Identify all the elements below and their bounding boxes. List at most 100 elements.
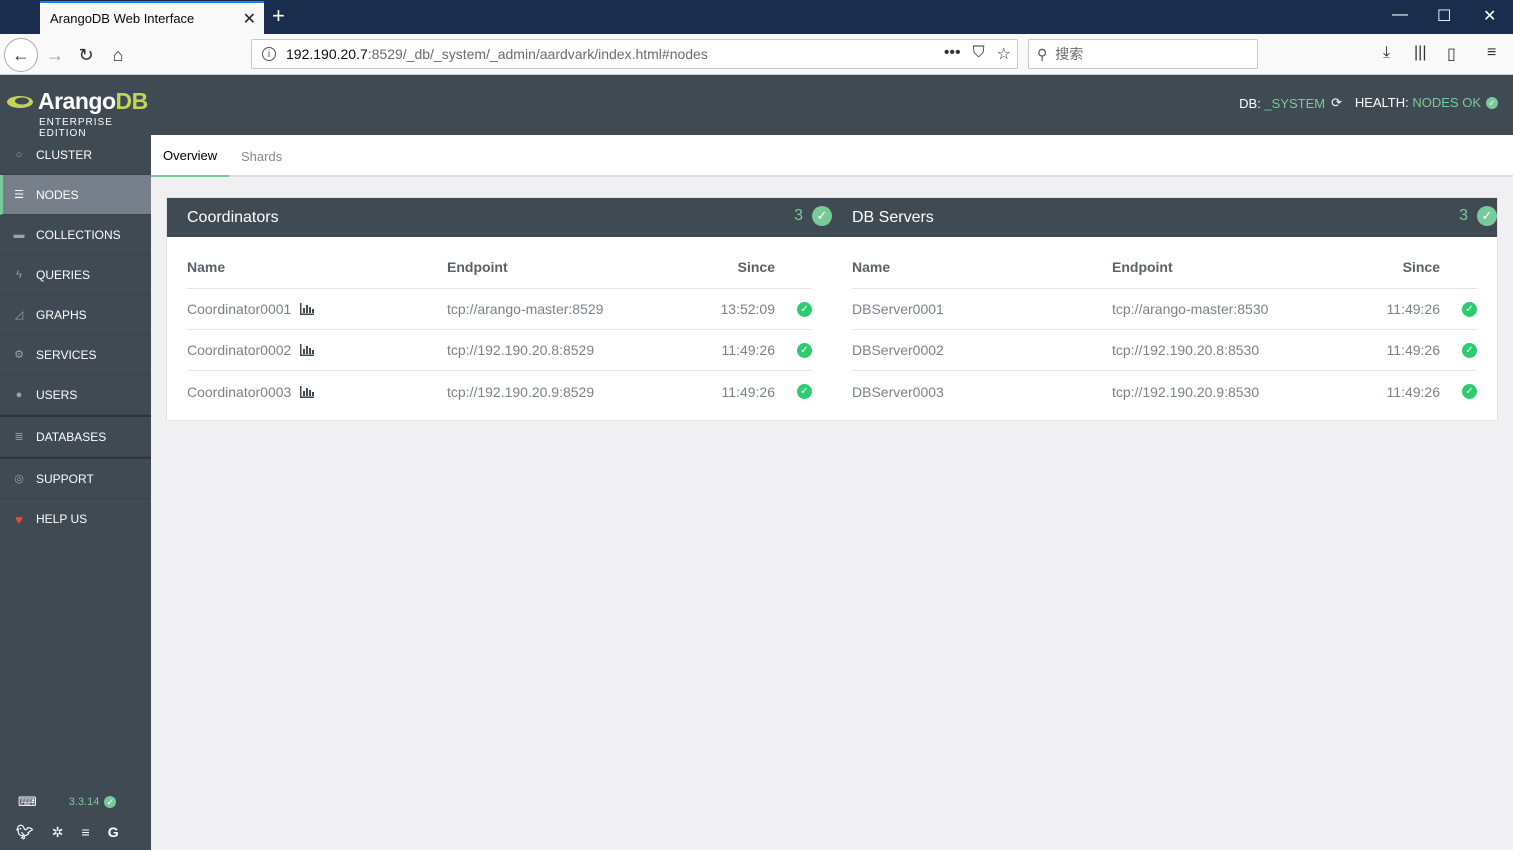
new-tab-icon[interactable]: +: [272, 4, 285, 28]
window-close-icon[interactable]: ✕: [1483, 6, 1496, 26]
node-since: 11:49:26: [721, 342, 775, 358]
url-host: 192.190.20.7: [286, 46, 368, 62]
tab-close-icon[interactable]: ✕: [243, 9, 256, 29]
bar-chart-icon[interactable]: [299, 303, 315, 315]
sidebar-item-help-us[interactable]: ♥ HELP US: [0, 499, 151, 539]
sidebar-item-services[interactable]: ⚙ SERVICES: [0, 335, 151, 375]
node-endpoint: tcp://192.190.20.9:8530: [1112, 383, 1260, 400]
sidebar-item-collections[interactable]: ▬ COLLECTIONS: [0, 215, 151, 255]
table-row[interactable]: DBServer0001 tcp://arango-master:8530 11…: [852, 289, 1477, 330]
arango-app: ArangoDB ENTERPRISE EDITION ○ CLUSTER ☰ …: [0, 75, 1513, 850]
table-row[interactable]: Coordinator0001 tcp://arango-master:8529…: [187, 289, 812, 330]
table-header: Name Endpoint Since: [187, 237, 812, 289]
social-links: 🐦︎ ✲ ≡ G: [16, 824, 119, 841]
db-name-link[interactable]: _SYSTEM: [1264, 96, 1325, 111]
node-endpoint: tcp://192.190.20.8:8530: [1112, 342, 1260, 358]
search-icon: ⚲: [1037, 45, 1048, 62]
node-endpoint: tcp://192.190.20.9:8529: [447, 383, 595, 400]
stackoverflow-icon[interactable]: ≡: [82, 824, 90, 841]
arango-logo-icon: [7, 96, 33, 108]
node-since: 11:49:26: [1386, 301, 1440, 317]
more-dots-icon[interactable]: •••: [944, 44, 961, 64]
url-path: :8529/_db/_system/_admin/aardvark/index.…: [367, 46, 708, 62]
version-ok-icon: ✓: [104, 796, 117, 808]
health-value[interactable]: NODES OK: [1412, 95, 1481, 110]
sidebar-toggle-icon[interactable]: ▯: [1447, 44, 1456, 64]
bar-chart-icon[interactable]: [299, 385, 315, 398]
panel-title: Coordinators: [187, 208, 279, 226]
info-icon[interactable]: i: [262, 47, 276, 61]
browser-titlebar: ArangoDB Web Interface ✕ + — ☐ ✕: [0, 0, 1513, 34]
tab-shards[interactable]: Shards: [229, 135, 294, 177]
coordinators-count: 3 ✓: [794, 206, 832, 226]
table-row[interactable]: DBServer0003 tcp://192.190.20.9:8530 11:…: [852, 371, 1477, 412]
search-placeholder: 搜索: [1055, 46, 1084, 62]
url-bar[interactable]: i 192.190.20.7:8529/_db/_system/_admin/a…: [251, 39, 1018, 69]
sidebar-item-graphs[interactable]: ◿ GRAPHS: [0, 295, 151, 335]
browser-tab[interactable]: ArangoDB Web Interface ✕: [40, 1, 264, 34]
tab-title: ArangoDB Web Interface: [50, 11, 195, 26]
heart-icon: ♥: [15, 511, 23, 527]
sidebar-nav: ○ CLUSTER ☰ NODES ▬ COLLECTIONS ϟ QUERIE…: [0, 135, 151, 539]
version-info: ⌨ 3.3.14 ✓: [18, 794, 117, 810]
tab-overview[interactable]: Overview: [151, 135, 230, 177]
table-header: Name Endpoint Since: [852, 237, 1477, 289]
subnav-tabs: Overview Shards: [151, 135, 1513, 177]
google-icon[interactable]: G: [108, 824, 119, 841]
node-since: 13:52:09: [720, 301, 776, 317]
sidebar-item-cluster[interactable]: ○ CLUSTER: [0, 135, 151, 175]
table-row[interactable]: Coordinator0002 tcp://192.190.20.8:8529 …: [187, 330, 812, 371]
table-row[interactable]: DBServer0002 tcp://192.190.20.8:8530 11:…: [852, 330, 1477, 371]
brand-name: ArangoDB: [38, 88, 148, 114]
node-name: Coordinator0002: [187, 342, 292, 358]
status-ok-icon: ✓: [1462, 384, 1477, 399]
lifesaver-icon: ◎: [14, 473, 24, 485]
status-ok-icon: ✓: [1462, 301, 1477, 317]
sidebar-item-nodes[interactable]: ☰ NODES: [0, 175, 151, 215]
minimize-icon[interactable]: —: [1392, 6, 1408, 24]
node-endpoint: tcp://arango-master:8530: [1112, 301, 1269, 317]
twitter-icon[interactable]: 🐦︎: [16, 824, 34, 841]
nodes-overview: Coordinators 3 ✓ Name Endpoint Since Coo…: [166, 197, 1498, 421]
node-name: Coordinator0001: [187, 301, 292, 317]
back-arrow-icon[interactable]: ←: [4, 38, 38, 72]
forward-arrow-icon[interactable]: →: [40, 40, 70, 70]
reload-icon[interactable]: ↻: [71, 40, 101, 70]
keyboard-icon[interactable]: ⌨: [18, 794, 37, 810]
browser-search-input[interactable]: ⚲ 搜索: [1028, 39, 1258, 69]
circle-icon: ○: [15, 148, 23, 161]
sidebar-item-databases[interactable]: ≣ DATABASES: [0, 417, 151, 457]
health-status: HEALTH: NODES OK ✓: [1355, 95, 1498, 110]
table-row[interactable]: Coordinator0003 tcp://192.190.20.9:8529 …: [187, 371, 812, 412]
sidebar-item-users[interactable]: ● USERS: [0, 375, 151, 415]
node-name: Coordinator0003: [187, 383, 292, 400]
refresh-icon[interactable]: ⟳: [1331, 95, 1342, 111]
node-since: 11:49:26: [721, 383, 775, 400]
node-since: 11:49:26: [1386, 383, 1440, 400]
status-ok-icon: ✓: [797, 301, 812, 317]
pocket-icon[interactable]: ⛉: [973, 44, 985, 64]
sidebar-item-support[interactable]: ◎ SUPPORT: [0, 459, 151, 499]
node-name: DBServer0003: [852, 383, 944, 400]
node-since: 11:49:26: [1386, 342, 1440, 358]
download-icon[interactable]: ⤓: [1383, 44, 1390, 62]
check-circle-icon: ✓: [812, 206, 832, 226]
hamburger-menu-icon[interactable]: ≡: [1487, 44, 1496, 62]
cogs-icon: ⚙: [14, 349, 24, 361]
dbservers-header: DB Servers 3 ✓: [832, 198, 1497, 237]
slack-icon[interactable]: ✲: [52, 824, 64, 841]
area-chart-icon: ◿: [14, 309, 24, 321]
logo[interactable]: ArangoDB ENTERPRISE EDITION: [0, 75, 151, 139]
status-ok-icon: ✓: [797, 384, 812, 399]
node-endpoint: tcp://192.190.20.8:8529: [447, 342, 595, 358]
library-icon[interactable]: |||: [1414, 44, 1426, 62]
panel-title: DB Servers: [852, 208, 934, 226]
home-icon[interactable]: ⌂: [103, 40, 133, 70]
bookmark-star-icon[interactable]: ☆: [997, 44, 1011, 64]
dbservers-panel: DB Servers 3 ✓ Name Endpoint Since DBSer…: [832, 198, 1497, 420]
bar-chart-icon[interactable]: [299, 344, 315, 356]
maximize-icon[interactable]: ☐: [1437, 6, 1451, 26]
sidebar: ArangoDB ENTERPRISE EDITION ○ CLUSTER ☰ …: [0, 75, 151, 850]
sidebar-item-queries[interactable]: ϟ QUERIES: [0, 255, 151, 295]
dbservers-count: 3 ✓: [1459, 206, 1497, 226]
